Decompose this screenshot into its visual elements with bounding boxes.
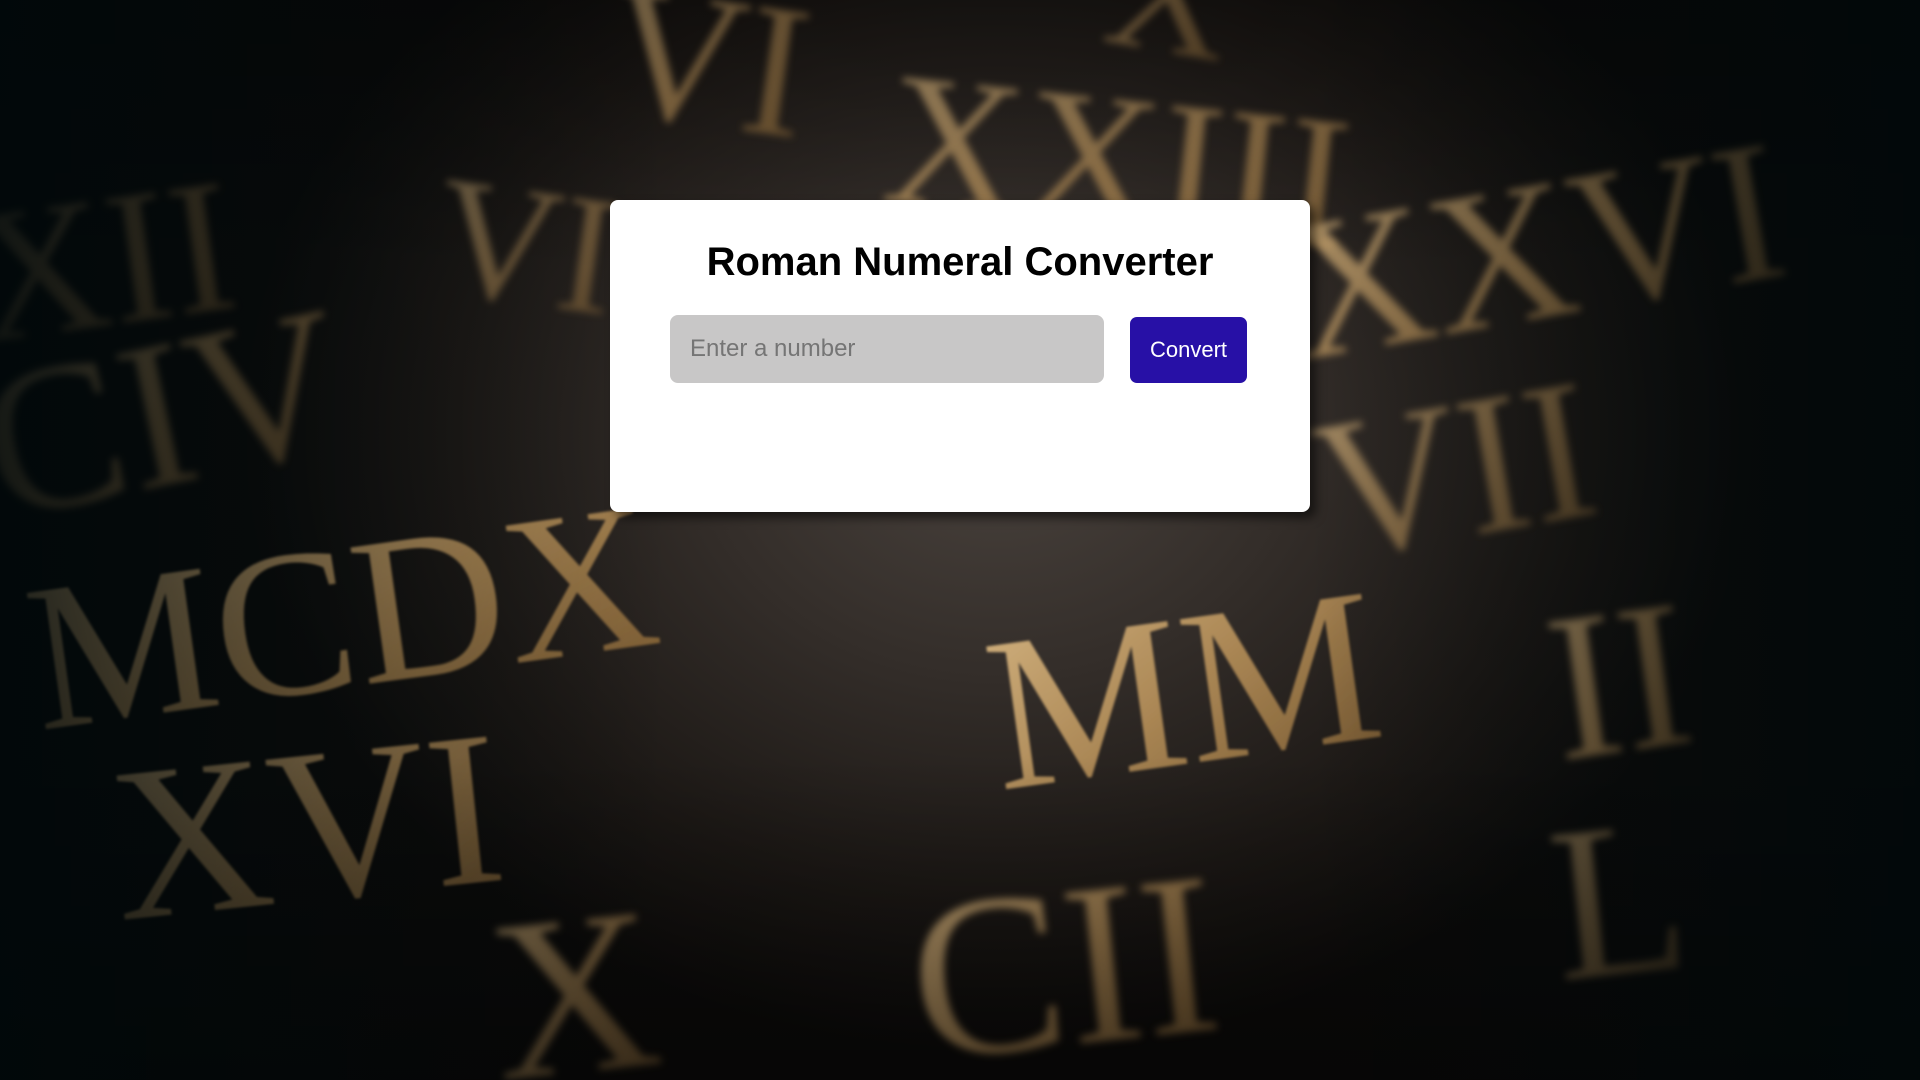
background-image: VI X XXIII XII VI XXVI CIV VII MCDX MM I…	[0, 0, 1920, 1080]
page-title: Roman Numeral Converter	[706, 240, 1214, 284]
result-output	[670, 415, 1250, 465]
number-input[interactable]	[670, 315, 1104, 383]
converter-card: Roman Numeral Converter Convert	[610, 200, 1310, 512]
convert-button[interactable]: Convert	[1130, 317, 1247, 383]
background-vignette	[0, 0, 1920, 1080]
